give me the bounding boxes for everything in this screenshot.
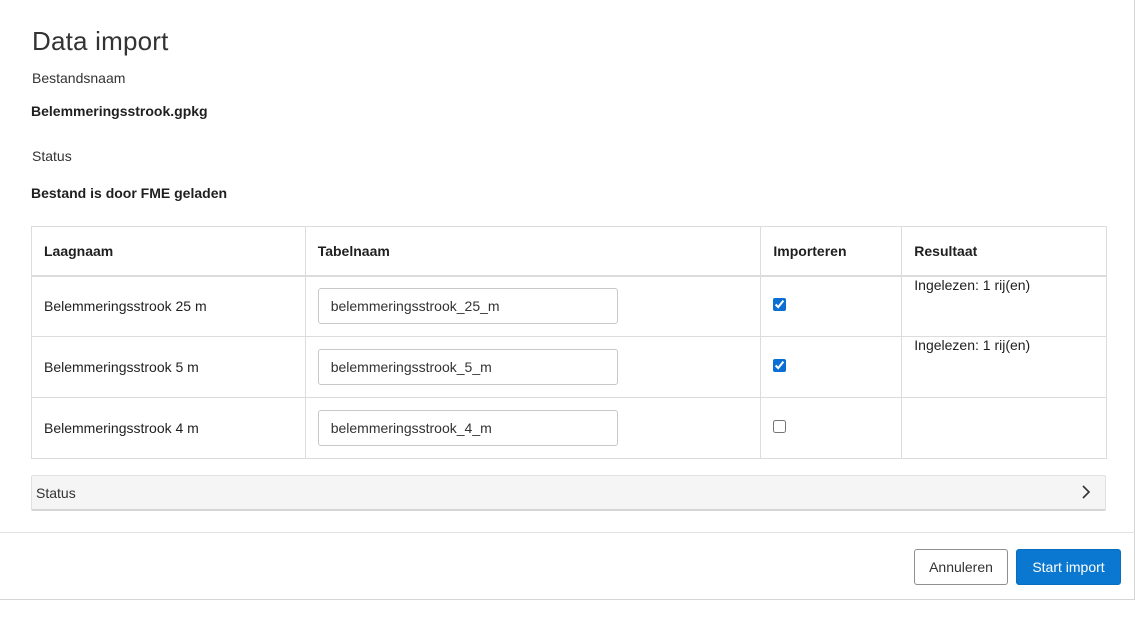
layer-name-cell: Belemmeringsstrook 4 m	[31, 397, 306, 459]
column-header-laagnaam: Laagnaam	[31, 226, 306, 277]
table-name-cell	[304, 397, 762, 459]
result-cell	[901, 397, 1107, 459]
layer-name-cell: Belemmeringsstrook 25 m	[31, 275, 306, 337]
filename-value: Belemmeringsstrook.gpkg	[31, 103, 208, 119]
status-accordion[interactable]: Status	[31, 475, 1106, 511]
layers-table: Laagnaam Tabelnaam Importeren Resultaat …	[31, 226, 1107, 459]
start-import-button[interactable]: Start import	[1016, 549, 1121, 585]
filename-label: Bestandsnaam	[32, 70, 126, 86]
status-accordion-label: Status	[36, 485, 76, 501]
import-cell	[760, 336, 903, 398]
table-row: Belemmeringsstrook 4 m	[31, 397, 1107, 459]
column-header-importeren: Importeren	[760, 226, 903, 277]
import-checkbox[interactable]	[773, 359, 787, 372]
column-header-tabelnaam: Tabelnaam	[304, 226, 762, 277]
footer-divider	[0, 532, 1135, 533]
import-cell	[760, 397, 903, 459]
table-row: Belemmeringsstrook 5 m Ingelezen: 1 rij(…	[31, 336, 1107, 398]
column-header-resultaat: Resultaat	[901, 226, 1107, 277]
status-label: Status	[32, 148, 72, 164]
import-cell	[760, 275, 903, 337]
dialog-title: Data import	[32, 26, 169, 56]
import-checkbox[interactable]	[773, 298, 787, 312]
import-checkbox[interactable]	[773, 420, 787, 433]
cancel-button[interactable]: Annuleren	[914, 549, 1008, 585]
result-cell: Ingelezen: 1 rij(en)	[901, 336, 1107, 398]
table-name-input[interactable]	[317, 288, 618, 325]
status-value: Bestand is door FME geladen	[31, 185, 228, 201]
table-name-input[interactable]	[317, 410, 618, 446]
table-name-cell	[304, 275, 762, 337]
data-import-dialog: Data import Bestandsnaam Belemmeringsstr…	[0, 0, 1135, 600]
layer-name-cell: Belemmeringsstrook 5 m	[31, 336, 306, 398]
table-name-cell	[304, 336, 762, 398]
table-row: Belemmeringsstrook 25 m Ingelezen: 1 rij…	[31, 275, 1107, 337]
chevron-right-icon	[1082, 485, 1091, 499]
table-name-input[interactable]	[317, 349, 618, 385]
result-cell: Ingelezen: 1 rij(en)	[901, 275, 1107, 337]
table-header-row: Laagnaam Tabelnaam Importeren Resultaat	[31, 226, 1107, 277]
